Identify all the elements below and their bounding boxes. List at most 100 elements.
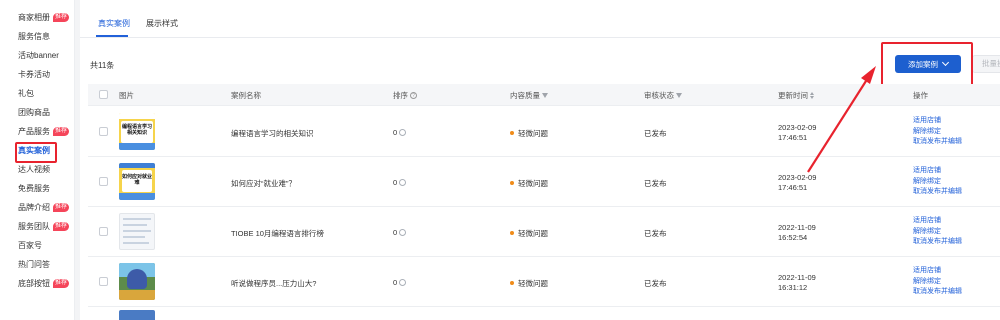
warning-dot-icon bbox=[510, 231, 514, 235]
unpublish-edit-link[interactable]: 取消发布并编辑 bbox=[913, 287, 962, 298]
sidebar-item-label: 热门问答 bbox=[18, 260, 50, 269]
sidebar-item-label: 达人视频 bbox=[18, 165, 50, 174]
thumbnail-caption: 编程语言学习相关知识 bbox=[121, 121, 153, 143]
hot-badge: 推荐 bbox=[53, 279, 70, 288]
sidebar-item-label: 商家相册 bbox=[18, 13, 50, 22]
case-name: 听说做程序员...压力山大? bbox=[231, 279, 317, 288]
sidebar-item-baijiahao[interactable]: 百家号 bbox=[0, 236, 74, 255]
edit-icon[interactable] bbox=[399, 129, 407, 136]
updated-time: 2022-11-09 16:52:54 bbox=[778, 223, 816, 242]
sidebar-item-label: 团购商品 bbox=[18, 108, 50, 117]
unbind-link[interactable]: 解除绑定 bbox=[913, 127, 962, 138]
sidebar-item-products[interactable]: 产品服务 推荐 bbox=[0, 122, 74, 141]
case-thumbnail[interactable]: 如何应对就业难 bbox=[119, 163, 155, 200]
sidebar-item-service-team[interactable]: 服务团队 推荐 bbox=[0, 217, 74, 236]
sidebar-item-label: 卡券活动 bbox=[18, 70, 50, 79]
quality-value: 轻微问题 bbox=[510, 278, 548, 289]
updated-time: 2022-11-09 16:31:12 bbox=[778, 273, 816, 292]
table-row: 如何应对就业难 如何应对“就业难”？ 0 轻微问题 已发布 2023-02-09… bbox=[88, 157, 1000, 207]
sidebar-item-free-services[interactable]: 免费服务 bbox=[0, 179, 74, 198]
tab-display-style[interactable]: 展示样式 bbox=[146, 18, 178, 29]
sidebar-item-coupons[interactable]: 卡券活动 bbox=[0, 65, 74, 84]
tab-bar: 真实案例 展示样式 bbox=[80, 0, 1000, 38]
sidebar-item-banner[interactable]: 活动banner bbox=[0, 46, 74, 65]
column-header-updated: 更新时间 bbox=[778, 90, 814, 101]
active-tab-indicator bbox=[96, 35, 128, 37]
table-header: 图片 案例名称 排序? 内容质量 审核状态 更新时间 操作 bbox=[88, 84, 1000, 106]
updated-time: 2023-02-09 17:46:51 bbox=[778, 173, 817, 192]
thumbnail-top-band bbox=[119, 113, 155, 119]
sidebar-item-brand-intro[interactable]: 品牌介绍 推荐 bbox=[0, 198, 74, 217]
thumbnail-line bbox=[123, 218, 151, 220]
sidebar-item-service-info[interactable]: 服务信息 bbox=[0, 27, 74, 46]
case-name: 编程语言学习的相关知识 bbox=[231, 129, 314, 138]
apply-store-link[interactable]: 适用店铺 bbox=[913, 216, 962, 227]
thumbnail-bottom-band bbox=[119, 193, 155, 200]
quality-value: 轻微问题 bbox=[510, 228, 548, 239]
case-thumbnail[interactable] bbox=[119, 310, 155, 320]
tab-real-cases[interactable]: 真实案例 bbox=[98, 18, 130, 29]
column-header-quality: 内容质量 bbox=[510, 90, 548, 101]
unbind-link[interactable]: 解除绑定 bbox=[913, 227, 962, 238]
sidebar-item-gift[interactable]: 礼包 bbox=[0, 84, 74, 103]
unpublish-edit-link[interactable]: 取消发布并编辑 bbox=[913, 137, 962, 148]
table-row: TIOBE 10月编程语言排行榜 0 轻微问题 已发布 2022-11-09 16… bbox=[88, 207, 1000, 257]
thumbnail-bottom-band bbox=[119, 143, 155, 150]
column-header-image: 图片 bbox=[119, 91, 134, 100]
annotation-highlight-sidebar bbox=[15, 142, 57, 163]
sidebar-item-label: 百家号 bbox=[18, 241, 42, 250]
apply-store-link[interactable]: 适用店铺 bbox=[913, 116, 962, 127]
help-circle-icon[interactable]: ? bbox=[410, 92, 417, 99]
edit-icon[interactable] bbox=[399, 279, 407, 286]
row-checkbox[interactable] bbox=[99, 127, 108, 136]
case-name: 如何应对“就业难”？ bbox=[231, 179, 296, 188]
sidebar: 商家相册 推荐 服务信息 活动banner 卡券活动 礼包 团购商品 产品服务 推荐… bbox=[0, 0, 75, 320]
thumbnail-top-band bbox=[119, 163, 155, 168]
edit-icon[interactable] bbox=[399, 179, 407, 186]
row-actions: 适用店铺 解除绑定 取消发布并编辑 bbox=[913, 216, 962, 248]
column-header-status: 审核状态 bbox=[644, 90, 682, 101]
status-value: 已发布 bbox=[644, 179, 667, 188]
updated-time: 2023-02-09 17:46:51 bbox=[778, 123, 817, 142]
case-thumbnail[interactable]: 编程语言学习相关知识 bbox=[119, 113, 155, 150]
annotation-highlight-button bbox=[881, 42, 973, 86]
hot-badge: 推荐 bbox=[53, 13, 70, 22]
case-thumbnail[interactable] bbox=[119, 213, 155, 250]
select-all-checkbox[interactable] bbox=[99, 90, 108, 99]
sidebar-item-album[interactable]: 商家相册 推荐 bbox=[0, 8, 74, 27]
sidebar-item-bottom-buttons[interactable]: 底部按钮 推荐 bbox=[0, 274, 74, 293]
case-name: TIOBE 10月编程语言排行榜 bbox=[231, 229, 324, 238]
row-checkbox[interactable] bbox=[99, 177, 108, 186]
unpublish-edit-link[interactable]: 取消发布并编辑 bbox=[913, 237, 962, 248]
unpublish-edit-link[interactable]: 取消发布并编辑 bbox=[913, 187, 962, 198]
sort-value: 0 bbox=[393, 178, 407, 187]
column-header-sort: 排序? bbox=[393, 90, 417, 101]
table-row: 编程语言学习相关知识 编程语言学习的相关知识 0 轻微问题 已发布 2023-0… bbox=[88, 107, 1000, 157]
sidebar-item-hot-qa[interactable]: 热门问答 bbox=[0, 255, 74, 274]
row-actions: 适用店铺 解除绑定 取消发布并编辑 bbox=[913, 266, 962, 298]
edit-icon[interactable] bbox=[399, 229, 407, 236]
unbind-link[interactable]: 解除绑定 bbox=[913, 177, 962, 188]
column-header-name: 案例名称 bbox=[231, 91, 261, 100]
apply-store-link[interactable]: 适用店铺 bbox=[913, 166, 962, 177]
batch-operation-button[interactable]: 批量操作 bbox=[972, 55, 1000, 73]
thumbnail-line bbox=[123, 242, 149, 244]
filter-icon[interactable] bbox=[676, 93, 682, 98]
row-checkbox[interactable] bbox=[99, 227, 108, 236]
sidebar-item-group-buy[interactable]: 团购商品 bbox=[0, 103, 74, 122]
sidebar-item-label: 底部按钮 bbox=[18, 279, 50, 288]
sidebar-item-label: 服务信息 bbox=[18, 32, 50, 41]
status-value: 已发布 bbox=[644, 229, 667, 238]
case-thumbnail[interactable] bbox=[119, 263, 155, 300]
total-count: 共11条 bbox=[90, 61, 115, 70]
thumbnail-line bbox=[123, 230, 151, 232]
quality-value: 轻微问题 bbox=[510, 128, 548, 139]
apply-store-link[interactable]: 适用店铺 bbox=[913, 266, 962, 277]
unbind-link[interactable]: 解除绑定 bbox=[913, 277, 962, 288]
sidebar-item-label: 免费服务 bbox=[18, 184, 50, 193]
sort-icon[interactable] bbox=[810, 92, 814, 99]
filter-icon[interactable] bbox=[542, 93, 548, 98]
row-checkbox[interactable] bbox=[99, 277, 108, 286]
sort-value: 0 bbox=[393, 128, 407, 137]
status-value: 已发布 bbox=[644, 279, 667, 288]
